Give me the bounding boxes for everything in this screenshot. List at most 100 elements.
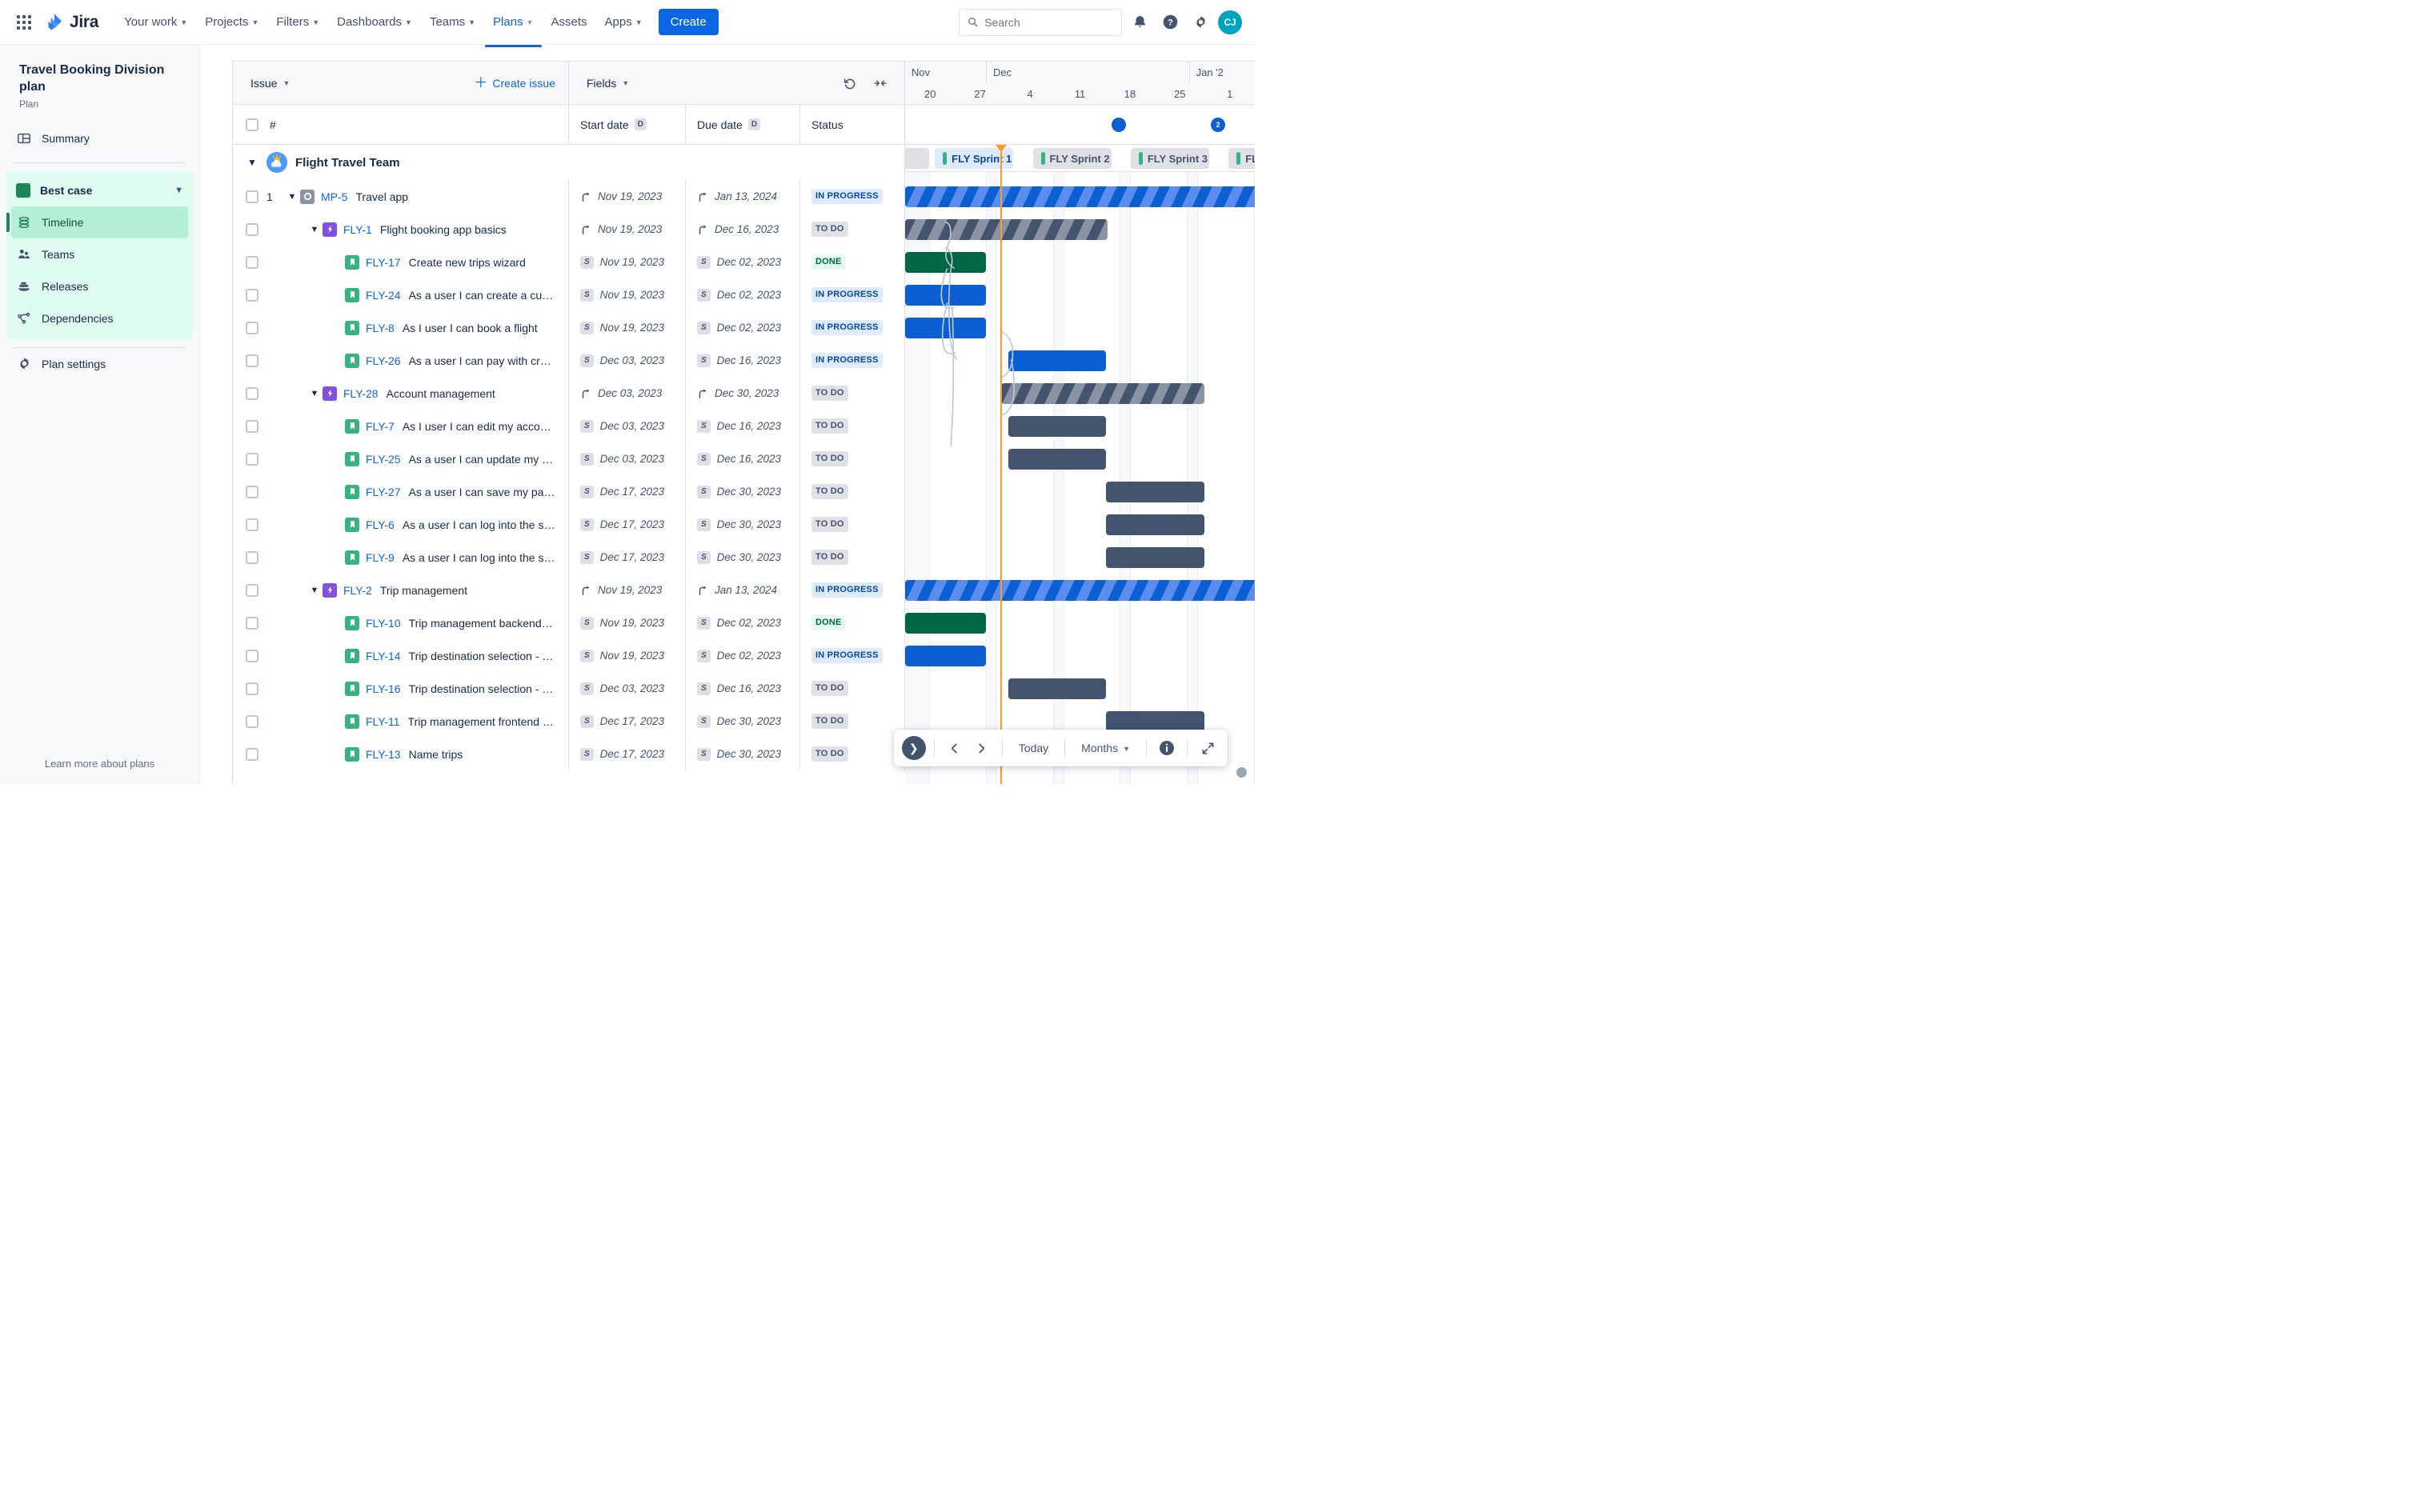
avatar[interactable]: CJ (1218, 10, 1242, 34)
issue-key[interactable]: FLY-11 (366, 715, 400, 728)
nav-assets[interactable]: Assets (543, 10, 595, 34)
row-checkbox[interactable] (246, 583, 258, 597)
start-date-cell[interactable]: S Nov 19, 2023 (569, 606, 686, 639)
issue-key[interactable]: FLY-13 (366, 748, 401, 761)
due-date-cell[interactable]: S Dec 02, 2023 (686, 639, 800, 672)
sprint-pill[interactable]: FLY Sprint 2 (1032, 148, 1112, 169)
start-date-cell[interactable]: S Nov 19, 2023 (569, 278, 686, 311)
gantt-bar[interactable] (1008, 678, 1107, 699)
chevron-down-icon[interactable]: ▼ (284, 192, 300, 202)
today-button[interactable]: Today (1011, 736, 1056, 760)
start-date-cell[interactable]: S Dec 03, 2023 (569, 344, 686, 377)
issue-key[interactable]: FLY-17 (366, 256, 401, 269)
undo-icon[interactable] (839, 72, 861, 94)
column-header-due-date[interactable]: Due date D (686, 105, 800, 144)
release-marker[interactable] (1112, 117, 1126, 132)
row-checkbox[interactable] (246, 747, 258, 761)
issue-key[interactable]: FLY-24 (366, 289, 401, 302)
issue-key[interactable]: FLY-6 (366, 518, 395, 531)
row-checkbox[interactable] (246, 190, 258, 203)
status-badge[interactable]: TO DO (811, 746, 848, 762)
issue-key[interactable]: FLY-9 (366, 551, 395, 564)
gantt-bar[interactable] (905, 645, 986, 666)
table-row[interactable]: FLY-17 Create new trips wizard S Nov 19, 20… (233, 246, 905, 278)
due-date-cell[interactable]: S Dec 30, 2023 (686, 738, 800, 770)
status-badge[interactable]: TO DO (811, 483, 848, 500)
gantt-bar[interactable]: → (905, 579, 1255, 601)
start-date-cell[interactable]: S Dec 17, 2023 (569, 475, 686, 508)
due-date-cell[interactable]: S Dec 02, 2023 (686, 246, 800, 278)
issue-key[interactable]: FLY-7 (366, 420, 395, 433)
due-date-cell[interactable]: S Dec 02, 2023 (686, 606, 800, 639)
sprint-pill-partial[interactable]: t (905, 148, 929, 169)
table-row[interactable]: FLY-27 As a user I can save my pay… S Dec 1… (233, 475, 905, 508)
settings-button[interactable] (1188, 10, 1213, 35)
gantt-bar[interactable] (1008, 448, 1107, 470)
status-badge[interactable]: TO DO (811, 713, 848, 730)
status-badge[interactable]: TO DO (811, 516, 848, 533)
help-button[interactable]: ? (1157, 10, 1183, 35)
learn-more-link[interactable]: Learn more about plans (45, 758, 154, 770)
gantt-bar[interactable] (905, 218, 1108, 240)
row-checkbox[interactable] (246, 518, 258, 531)
gantt-bar[interactable] (905, 317, 986, 338)
start-date-cell[interactable]: S Nov 19, 2023 (569, 639, 686, 672)
status-badge[interactable]: IN PROGRESS (811, 319, 883, 336)
nav-your-work[interactable]: Your work ▼ (116, 10, 195, 34)
due-date-cell[interactable]: S Dec 16, 2023 (686, 410, 800, 442)
sidebar-item-timeline[interactable]: Timeline (6, 206, 188, 238)
jira-logo[interactable]: Jira (45, 13, 98, 32)
issue-key[interactable]: FLY-16 (366, 682, 401, 695)
start-date-cell[interactable]: Nov 19, 2023 (569, 574, 686, 606)
team-group-row[interactable]: ▼ Flight Travel Team (233, 145, 905, 180)
collapse-icon[interactable] (869, 72, 891, 94)
previous-period-button[interactable] (943, 736, 967, 760)
chevron-down-icon[interactable]: ▼ (307, 225, 323, 234)
start-date-cell[interactable]: S Dec 17, 2023 (569, 541, 686, 574)
due-date-cell[interactable]: Dec 16, 2023 (686, 213, 800, 246)
start-date-cell[interactable]: Nov 19, 2023 (569, 213, 686, 246)
sidebar-item-releases[interactable]: Releases (11, 270, 188, 302)
gantt-bar[interactable] (905, 612, 986, 634)
table-row[interactable]: FLY-24 As a user I can create a cus… S Nov … (233, 278, 905, 311)
issue-key[interactable]: FLY-1 (343, 223, 372, 236)
issue-key[interactable]: FLY-28 (343, 387, 379, 400)
table-row[interactable]: FLY-7 As I user I can edit my accou… S Dec … (233, 410, 905, 442)
info-button[interactable] (1155, 736, 1179, 760)
sprint-pill[interactable]: FLY S (1228, 148, 1255, 169)
due-date-cell[interactable]: S Dec 30, 2023 (686, 541, 800, 574)
row-checkbox[interactable] (246, 354, 258, 367)
start-date-cell[interactable]: S Dec 03, 2023 (569, 442, 686, 475)
table-row[interactable]: FLY-9 As a user I can log into the s… S Dec… (233, 541, 905, 574)
row-checkbox[interactable] (246, 255, 258, 269)
gantt-bar[interactable] (1008, 415, 1107, 437)
chevron-down-icon[interactable]: ▼ (307, 586, 323, 595)
due-date-cell[interactable]: Dec 30, 2023 (686, 377, 800, 410)
start-date-cell[interactable]: S Dec 17, 2023 (569, 705, 686, 738)
status-badge[interactable]: DONE (811, 254, 846, 270)
search-box[interactable] (959, 8, 1122, 36)
gantt-bar[interactable] (1001, 382, 1204, 404)
row-checkbox[interactable] (246, 321, 258, 334)
status-badge[interactable]: TO DO (811, 221, 848, 238)
zoom-level-dropdown[interactable]: Months ▼ (1073, 736, 1138, 760)
expand-panel-button[interactable]: ❯ (901, 736, 926, 760)
horizontal-scroll-handle[interactable] (1236, 767, 1247, 778)
next-period-button[interactable] (970, 736, 994, 760)
search-input[interactable] (984, 15, 1113, 29)
issue-key[interactable]: FLY-10 (366, 617, 401, 630)
issue-key[interactable]: FLY-2 (343, 584, 372, 597)
due-date-cell[interactable]: Jan 13, 2024 (686, 574, 800, 606)
due-date-cell[interactable]: S Dec 30, 2023 (686, 705, 800, 738)
release-marker[interactable]: 2 (1211, 117, 1226, 132)
fullscreen-button[interactable] (1196, 736, 1220, 760)
row-checkbox[interactable] (246, 452, 258, 466)
table-row[interactable]: 1 ▼ MP-5 Travel app Nov 19, 2023 Jan 13, 2024… (233, 180, 905, 213)
issue-dropdown[interactable]: Issue ▼ (246, 73, 294, 94)
table-row[interactable]: FLY-25 As a user I can update my l… S Dec 0… (233, 442, 905, 475)
nav-plans[interactable]: Plans ▼ (485, 10, 542, 47)
table-row[interactable]: FLY-13 Name trips S Dec 17, 2023 S Dec 30, 20… (233, 738, 905, 770)
gantt-bar[interactable] (1106, 546, 1204, 568)
status-badge[interactable]: IN PROGRESS (811, 352, 883, 369)
scenario-selector[interactable]: Best case ▼ (6, 174, 193, 206)
